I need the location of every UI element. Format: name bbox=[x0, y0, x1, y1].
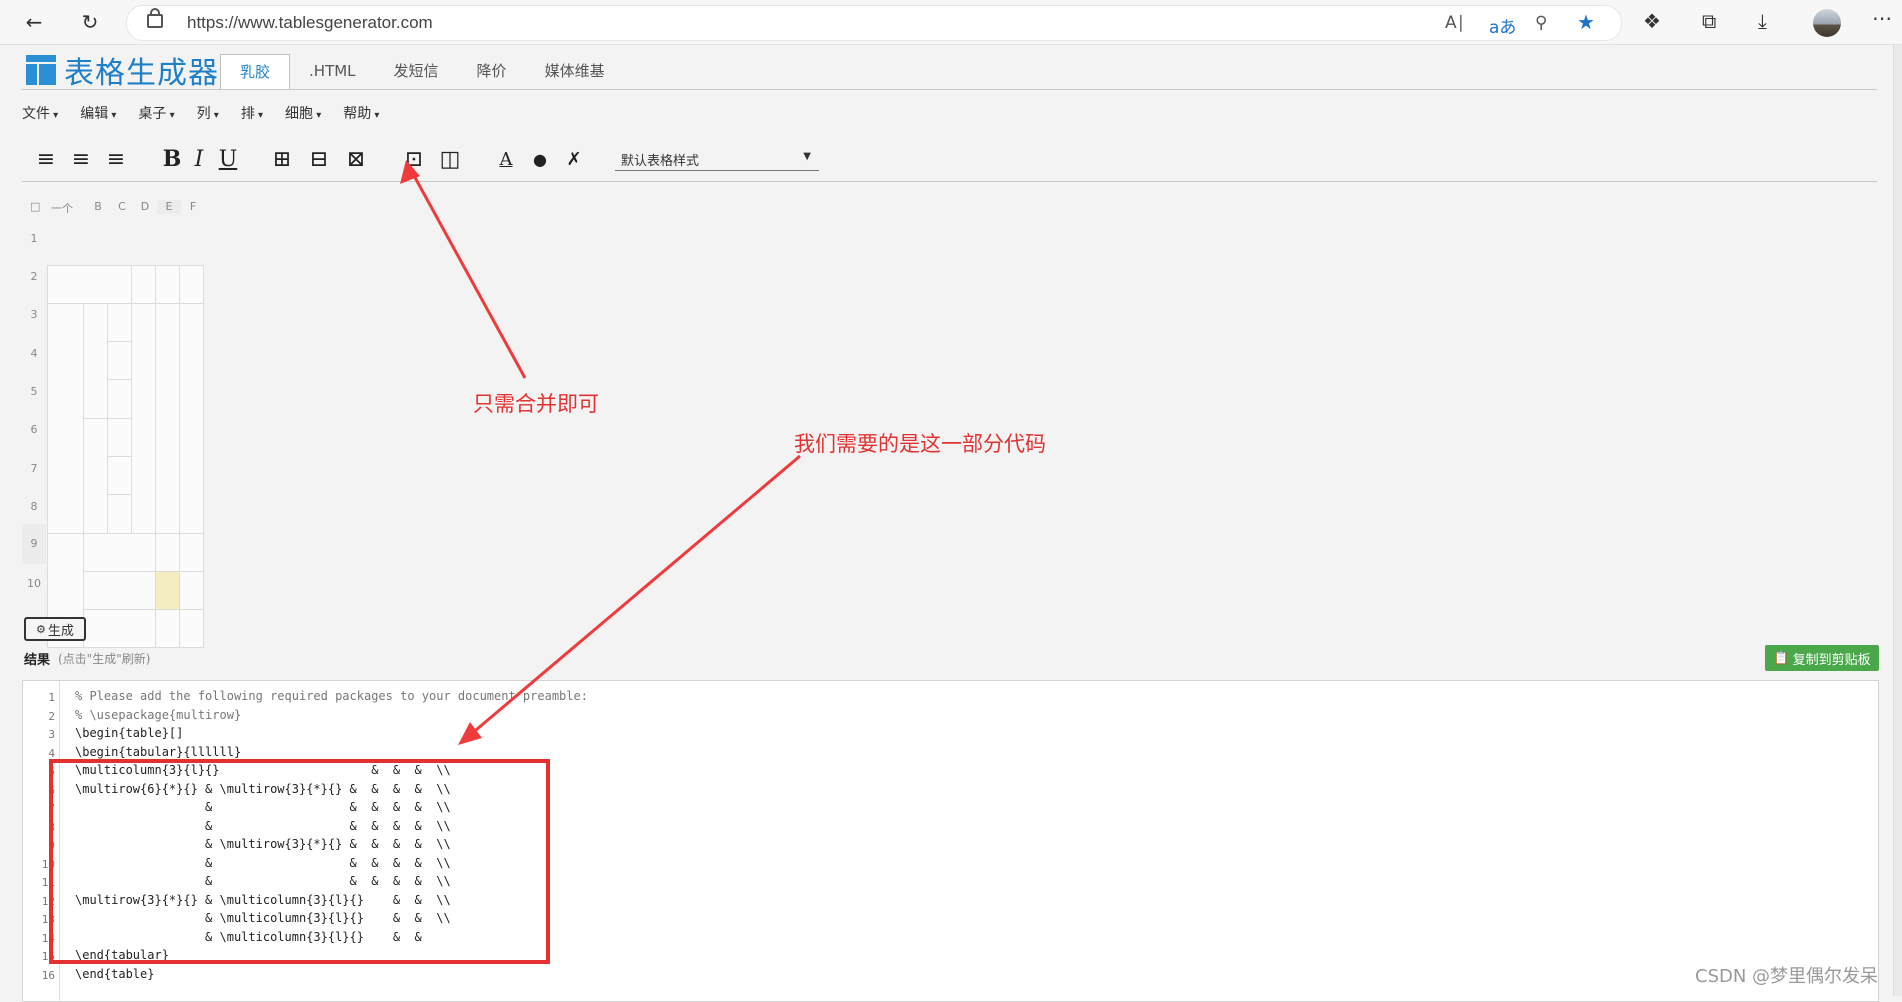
arrow-to-merge-button bbox=[410, 171, 527, 379]
annotation-merge-note: 只需合并即可 bbox=[473, 392, 599, 416]
highlight-box bbox=[49, 759, 550, 964]
watermark: CSDN @梦里偶尔发呆 bbox=[1695, 966, 1879, 987]
annotation-code-note: 我们需要的是这一部分代码 bbox=[794, 432, 1046, 456]
arrow-to-code bbox=[469, 454, 801, 737]
arrowhead-code bbox=[458, 722, 482, 745]
